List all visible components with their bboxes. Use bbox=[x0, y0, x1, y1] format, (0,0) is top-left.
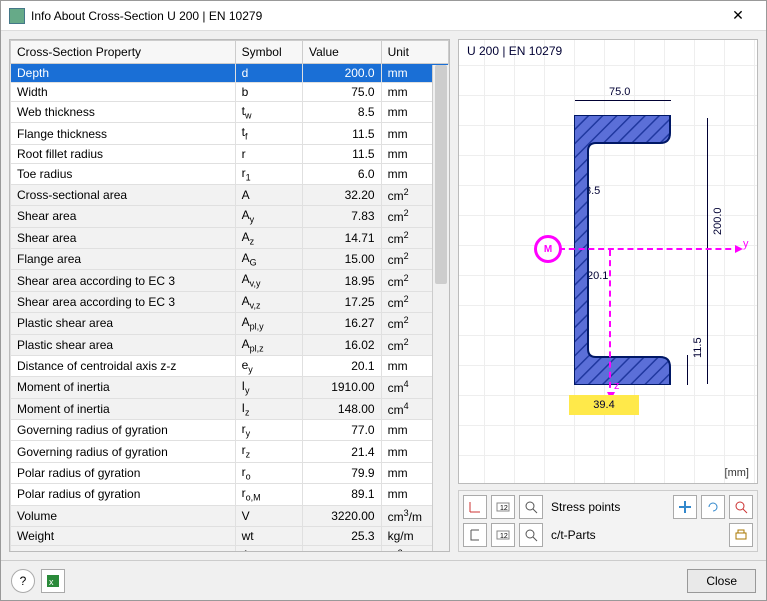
axis-y bbox=[559, 248, 741, 250]
table-row[interactable]: Moment of inertiaIz148.00cm4 bbox=[11, 398, 449, 419]
col-header-unit[interactable]: Unit bbox=[381, 41, 448, 64]
toolbar-label-2: c/t-Parts bbox=[551, 528, 725, 542]
section-preview[interactable]: U 200 | EN 10279 75.0 200.0 8.5 20.1 11.… bbox=[458, 39, 758, 484]
m-marker: M bbox=[534, 235, 562, 263]
properties-table: Cross-Section Property Symbol Value Unit… bbox=[10, 40, 449, 551]
table-row[interactable]: Depthd200.0mm bbox=[11, 64, 449, 83]
zoom-icon[interactable] bbox=[519, 495, 543, 519]
close-icon[interactable]: ✕ bbox=[718, 7, 758, 24]
table-row[interactable]: Governing radius of gyrationry77.0mm bbox=[11, 420, 449, 441]
table-row[interactable]: Flange thicknesstf11.5mm bbox=[11, 123, 449, 144]
table-row[interactable]: Polar radius of gyrationro,M89.1mm bbox=[11, 484, 449, 505]
table-row[interactable]: SurfaceAsurf0.661m2/m bbox=[11, 545, 449, 551]
svg-text:x: x bbox=[49, 577, 54, 587]
axis-z-label: z bbox=[614, 380, 620, 392]
properties-panel: Cross-Section Property Symbol Value Unit… bbox=[9, 39, 450, 552]
table-row[interactable]: Root fillet radiusr11.5mm bbox=[11, 144, 449, 163]
table-row[interactable]: VolumeV3220.00cm3/m bbox=[11, 505, 449, 526]
dim-top: 75.0 bbox=[609, 86, 630, 98]
table-header-row: Cross-Section Property Symbol Value Unit bbox=[11, 41, 449, 64]
table-row[interactable]: Shear area according to EC 3Av,z17.25cm2 bbox=[11, 291, 449, 312]
channel-shape bbox=[574, 115, 674, 388]
scroll-thumb[interactable] bbox=[435, 65, 447, 284]
axes-icon[interactable] bbox=[463, 495, 487, 519]
dialog-footer: ? x Close bbox=[1, 560, 766, 600]
content-area: Cross-Section Property Symbol Value Unit… bbox=[1, 31, 766, 560]
titlebar[interactable]: Info About Cross-Section U 200 | EN 1027… bbox=[1, 1, 766, 31]
unit-note: [mm] bbox=[725, 467, 749, 479]
right-panel: U 200 | EN 10279 75.0 200.0 8.5 20.1 11.… bbox=[458, 39, 758, 552]
col-header-property[interactable]: Cross-Section Property bbox=[11, 41, 236, 64]
app-icon bbox=[9, 8, 25, 24]
table-row[interactable]: Cross-sectional areaA32.20cm2 bbox=[11, 185, 449, 206]
close-button[interactable]: Close bbox=[687, 569, 756, 593]
table-row[interactable]: Governing radius of gyrationrz21.4mm bbox=[11, 441, 449, 462]
window-title: Info About Cross-Section U 200 | EN 1027… bbox=[31, 9, 718, 23]
table-row[interactable]: Flange areaAG15.00cm2 bbox=[11, 248, 449, 269]
table-row[interactable]: Plastic shear areaApl,y16.27cm2 bbox=[11, 313, 449, 334]
axis-z bbox=[609, 250, 611, 398]
table-row[interactable]: Plastic shear areaApl,z16.02cm2 bbox=[11, 334, 449, 355]
preview-toolbars: 12 Stress points 12 c/t-Parts bbox=[458, 490, 758, 552]
dim-line bbox=[707, 118, 708, 384]
toolbar-row-1: 12 Stress points bbox=[463, 495, 753, 519]
table-row[interactable]: Shear areaAy7.83cm2 bbox=[11, 206, 449, 227]
svg-text:12: 12 bbox=[500, 505, 508, 512]
table-row[interactable]: Web thicknesstw8.5mm bbox=[11, 102, 449, 123]
table-row[interactable]: Shear area according to EC 3Av,y18.95cm2 bbox=[11, 270, 449, 291]
rotate-icon[interactable] bbox=[701, 495, 725, 519]
scrollbar[interactable] bbox=[432, 65, 449, 551]
axis-y-label: y bbox=[743, 238, 749, 250]
table-row[interactable]: Toe radiusr16.0mm bbox=[11, 163, 449, 184]
table-row[interactable]: Widthb75.0mm bbox=[11, 83, 449, 102]
toolbar-row-2: 12 c/t-Parts bbox=[463, 523, 753, 547]
toolbar-label-1: Stress points bbox=[551, 500, 669, 514]
dialog-window: Info About Cross-Section U 200 | EN 1027… bbox=[0, 0, 767, 601]
pan-icon[interactable] bbox=[673, 495, 697, 519]
export-excel-button[interactable]: x bbox=[41, 569, 65, 593]
dim-394-highlight: 39.4 bbox=[569, 395, 639, 415]
values-icon[interactable]: 12 bbox=[491, 495, 515, 519]
table-row[interactable]: Polar radius of gyrationro79.9mm bbox=[11, 462, 449, 483]
help-button[interactable]: ? bbox=[11, 569, 35, 593]
table-row[interactable]: Weightwt25.3kg/m bbox=[11, 526, 449, 545]
table-row[interactable]: Distance of centroidal axis z-zey20.1mm bbox=[11, 355, 449, 376]
dim-right: 200.0 bbox=[712, 207, 724, 235]
values2-icon[interactable]: 12 bbox=[491, 523, 515, 547]
col-header-symbol[interactable]: Symbol bbox=[235, 41, 302, 64]
dim-115: 11.5 bbox=[692, 337, 704, 358]
dim-line bbox=[687, 355, 688, 385]
table-row[interactable]: Shear areaAz14.71cm2 bbox=[11, 227, 449, 248]
table-wrap: Cross-Section Property Symbol Value Unit… bbox=[10, 40, 449, 551]
zoom2-icon[interactable] bbox=[519, 523, 543, 547]
preview-title: U 200 | EN 10279 bbox=[467, 44, 562, 58]
print-icon[interactable] bbox=[729, 523, 753, 547]
section-icon[interactable] bbox=[463, 523, 487, 547]
view-icon[interactable] bbox=[729, 495, 753, 519]
dim-line bbox=[575, 100, 671, 101]
table-row[interactable]: Moment of inertiaIy1910.00cm4 bbox=[11, 377, 449, 398]
svg-text:12: 12 bbox=[500, 533, 508, 540]
col-header-value[interactable]: Value bbox=[302, 41, 381, 64]
